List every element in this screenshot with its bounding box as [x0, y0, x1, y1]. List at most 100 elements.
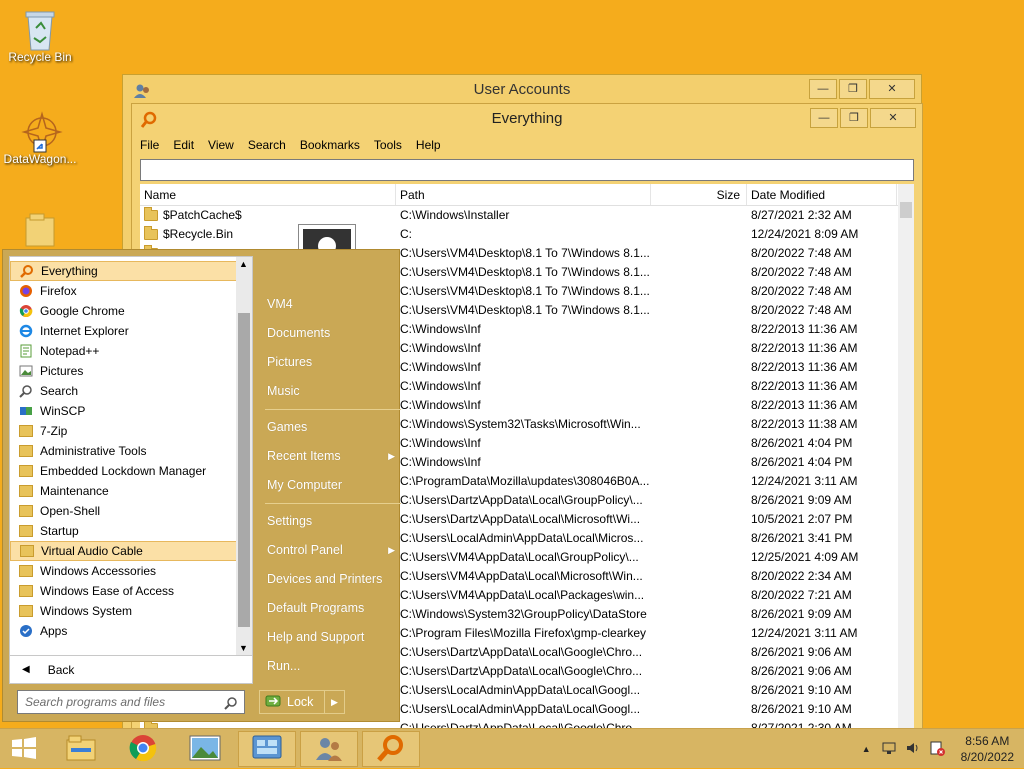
cell-path: C:\Users\VM4\Desktop\8.1 To 7\Windows 8.…	[400, 265, 650, 279]
window-title-bar[interactable]: User Accounts — ❐ ✕	[123, 75, 921, 105]
cell-path: C:\Users\VM4\Desktop\8.1 To 7\Windows 8.…	[400, 246, 650, 260]
menu-file[interactable]: File	[140, 138, 159, 152]
program-item[interactable]: Open-Shell	[10, 501, 252, 521]
desktop-icon-folder[interactable]	[0, 212, 80, 254]
table-row[interactable]: $PatchCache$ C:\Windows\Installer 8/27/202…	[140, 206, 914, 225]
close-button[interactable]: ✕	[870, 108, 916, 128]
menu-tools[interactable]: Tools	[374, 138, 402, 152]
program-item[interactable]: Startup	[10, 521, 252, 541]
chevron-down-icon[interactable]: ▼	[239, 643, 248, 653]
cell-date: 8/22/2013 11:36 AM	[751, 322, 858, 336]
start-menu-item[interactable]: Music	[261, 377, 401, 406]
start-menu-item[interactable]: Help and Support	[261, 623, 401, 652]
close-button[interactable]: ✕	[869, 79, 915, 99]
column-header-path[interactable]: Path	[396, 184, 651, 205]
start-menu-item[interactable]: Documents	[261, 319, 401, 348]
recycle-bin-icon	[20, 8, 60, 51]
programs-scrollbar[interactable]: ▲ ▼	[236, 257, 252, 655]
start-menu-item[interactable]: Default Programs	[261, 594, 401, 623]
program-item[interactable]: Pictures	[10, 361, 252, 381]
scroll-thumb[interactable]	[238, 313, 250, 627]
cell-name: $PatchCache$	[140, 206, 396, 225]
taskbar-photos[interactable]	[176, 731, 234, 767]
program-item[interactable]: Notepad++	[10, 341, 252, 361]
cell-name-text: $Recycle.Bin	[163, 227, 234, 241]
volume-icon[interactable]	[905, 740, 921, 759]
start-menu-item[interactable]: My Computer	[261, 471, 401, 500]
lock-button[interactable]: Lock ▶	[259, 690, 345, 714]
cell-path: C:\Windows\Inf	[400, 341, 481, 355]
program-item[interactable]: Apps	[10, 621, 252, 641]
cell-path: C:\Users\LocalAdmin\AppData\Local\Googl.…	[400, 702, 641, 716]
program-label: 7-Zip	[40, 424, 68, 438]
program-item[interactable]: Administrative Tools	[10, 441, 252, 461]
program-item[interactable]: Google Chrome	[10, 301, 252, 321]
column-header-size[interactable]: Size	[651, 184, 747, 205]
program-item[interactable]: Embedded Lockdown Manager	[10, 461, 252, 481]
program-item[interactable]: Virtual Audio Cable	[10, 541, 252, 561]
window-title: User Accounts	[473, 81, 571, 98]
start-menu-item[interactable]: Run...	[261, 652, 401, 681]
cell-date: 8/22/2013 11:36 AM	[751, 360, 858, 374]
program-item[interactable]: Search	[10, 381, 252, 401]
taskbar-everything[interactable]	[362, 731, 420, 767]
taskbar-control-panel[interactable]	[238, 731, 296, 767]
program-label: Everything	[41, 264, 98, 278]
program-label: Apps	[40, 624, 68, 638]
start-menu-item[interactable]: Pictures	[261, 348, 401, 377]
action-center-icon[interactable]	[929, 740, 945, 759]
menu-bookmarks[interactable]: Bookmarks	[300, 138, 360, 152]
vertical-scrollbar[interactable]	[898, 184, 914, 734]
start-menu-item[interactable]: Settings	[261, 507, 401, 536]
start-button[interactable]	[0, 731, 48, 767]
taskbar-user-accounts[interactable]	[300, 731, 358, 767]
menu-edit[interactable]: Edit	[173, 138, 194, 152]
start-menu-item-label: Devices and Printers	[267, 572, 383, 586]
program-item[interactable]: Windows System	[10, 601, 252, 621]
start-menu-item[interactable]: Recent Items ▶	[261, 442, 401, 471]
cell-size	[651, 700, 747, 719]
cell-size	[651, 567, 747, 586]
control-panel-icon	[251, 734, 283, 765]
network-icon[interactable]	[881, 740, 897, 759]
chevron-up-icon[interactable]: ▲	[239, 259, 248, 269]
program-item[interactable]: Windows Accessories	[10, 561, 252, 581]
start-menu-item[interactable]: VM4	[261, 290, 401, 319]
program-item[interactable]: Internet Explorer	[10, 321, 252, 341]
minimize-button[interactable]: —	[809, 79, 837, 99]
chevron-up-icon[interactable]: ▲	[862, 744, 871, 754]
menu-view[interactable]: View	[208, 138, 234, 152]
menu-search[interactable]: Search	[248, 138, 286, 152]
program-item[interactable]: Maintenance	[10, 481, 252, 501]
window-title-bar[interactable]: Everything — ❐ ✕	[132, 104, 922, 134]
program-item[interactable]: Windows Ease of Access	[10, 581, 252, 601]
taskbar-file-explorer[interactable]	[52, 731, 110, 767]
column-header-date[interactable]: Date Modified	[747, 184, 897, 205]
program-item[interactable]: Firefox	[10, 281, 252, 301]
program-item[interactable]: WinSCP	[10, 401, 252, 421]
table-row[interactable]: $Recycle.Bin C: 12/24/2021 8:09 AM	[140, 225, 914, 244]
maximize-button[interactable]: ❐	[840, 108, 868, 128]
desktop-icon-datawagon[interactable]: DataWagon...	[0, 110, 80, 166]
cell-date: 10/5/2021 2:07 PM	[751, 512, 853, 526]
minimize-button[interactable]: —	[810, 108, 838, 128]
program-item[interactable]: 7-Zip	[10, 421, 252, 441]
column-header-name[interactable]: Name	[140, 184, 396, 205]
ie-icon	[18, 323, 34, 339]
start-menu-item[interactable]: Games	[261, 413, 401, 442]
separator	[265, 409, 401, 410]
menu-help[interactable]: Help	[416, 138, 441, 152]
back-button[interactable]: ◀ Back	[9, 656, 253, 684]
clock[interactable]: 8:56 AM 8/20/2022	[961, 733, 1014, 765]
chevron-right-icon[interactable]: ▶	[324, 691, 344, 713]
search-programs-input[interactable]: Search programs and files	[17, 690, 245, 714]
program-item[interactable]: Everything	[10, 261, 252, 281]
taskbar-chrome[interactable]	[114, 731, 172, 767]
pictures-icon	[18, 363, 34, 379]
scroll-thumb[interactable]	[900, 202, 912, 218]
start-menu-item[interactable]: Control Panel ▶	[261, 536, 401, 565]
search-input[interactable]	[140, 159, 914, 181]
maximize-button[interactable]: ❐	[839, 79, 867, 99]
start-menu-item[interactable]: Devices and Printers	[261, 565, 401, 594]
desktop-icon-recycle-bin[interactable]: Recycle Bin	[0, 8, 80, 64]
